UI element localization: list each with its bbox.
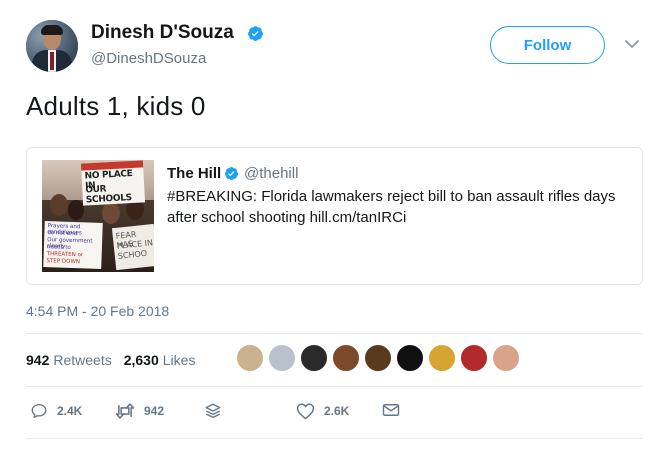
divider <box>26 333 643 334</box>
sign2-line-6: STEP DOWN <box>46 258 81 266</box>
tweet-card: Dinesh D'Souza @DineshDSouza Follow Adul… <box>0 0 667 456</box>
sign-line-2: OUR SCHOOLS <box>85 184 133 206</box>
sign2-line-4: needs to <box>46 244 71 251</box>
divider <box>26 386 643 387</box>
follow-button[interactable]: Follow <box>490 26 605 64</box>
liker-avatar[interactable] <box>364 344 392 372</box>
verified-badge-icon <box>224 166 239 181</box>
liker-avatar[interactable] <box>332 344 360 372</box>
tweet-timestamp[interactable]: 4:54 PM - 20 Feb 2018 <box>26 303 169 319</box>
reply-icon <box>31 403 47 419</box>
liker-avatar[interactable] <box>492 344 520 372</box>
quoted-tweet-image[interactable]: NO PLACE IN OUR SCHOOLS Prayers and cond… <box>42 160 154 272</box>
like-action[interactable]: 2.6K <box>296 402 349 420</box>
liker-avatar[interactable] <box>460 344 488 372</box>
liker-avatar[interactable] <box>428 344 456 372</box>
retweets-label[interactable]: Retweets <box>53 352 111 368</box>
divider <box>26 438 643 439</box>
likes-count[interactable]: 2,630 <box>124 352 159 368</box>
liker-avatar[interactable] <box>236 344 264 372</box>
liker-avatar[interactable] <box>268 344 296 372</box>
author-name[interactable]: Dinesh D'Souza <box>91 22 234 44</box>
author-avatar[interactable] <box>26 20 78 72</box>
quoted-tweet[interactable]: NO PLACE IN OUR SCHOOLS Prayers and cond… <box>26 147 643 285</box>
layers-icon <box>205 403 221 419</box>
reply-count: 2.4K <box>57 404 83 418</box>
sign2-line-2: do not end <box>47 230 78 238</box>
quoted-author-handle[interactable]: @thehill <box>244 165 298 182</box>
tweet-text: Adults 1, kids 0 <box>26 91 206 121</box>
reply-action[interactable]: 2.4K <box>30 402 82 420</box>
message-action[interactable] <box>382 402 409 418</box>
author-handle[interactable]: @DineshDSouza <box>91 50 206 67</box>
retweets-count[interactable]: 942 <box>26 352 49 368</box>
retweet-count: 942 <box>144 404 165 418</box>
tweet-stats: 942 Retweets 2,630 Likes <box>26 352 207 368</box>
like-count: 2.6K <box>324 404 350 418</box>
quoted-tweet-text: #BREAKING: Florida lawmakers reject bill… <box>167 188 616 226</box>
liker-avatar[interactable] <box>300 344 328 372</box>
liker-avatar[interactable] <box>396 344 424 372</box>
chevron-down-icon[interactable] <box>625 39 639 49</box>
envelope-icon <box>382 404 400 416</box>
verified-badge-icon <box>248 26 263 41</box>
retweet-icon <box>115 403 135 419</box>
sign2-line-5: THREATEN or <box>46 251 84 259</box>
heart-icon <box>296 403 315 420</box>
sign3-line-3: SCHOO <box>117 248 148 261</box>
likes-label[interactable]: Likes <box>163 352 196 368</box>
stack-action[interactable] <box>204 402 231 420</box>
quoted-author-name[interactable]: The Hill <box>167 165 221 182</box>
retweet-action[interactable]: 942 <box>115 402 164 420</box>
